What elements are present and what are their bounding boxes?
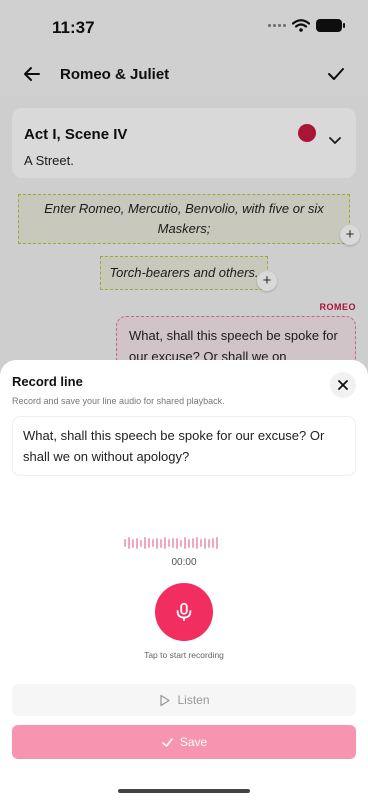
- waveform-bar: [196, 537, 198, 549]
- waveform-bar: [132, 538, 134, 548]
- recording-timer: 00:00: [171, 557, 197, 568]
- waveform-bar: [140, 539, 142, 547]
- waveform-bar: [124, 539, 126, 547]
- line-text: What, shall this speech be spoke for our…: [12, 416, 356, 476]
- waveform-bar: [164, 537, 166, 549]
- record-button[interactable]: [155, 583, 213, 641]
- waveform-bar: [152, 539, 154, 547]
- waveform-bar: [188, 538, 190, 548]
- waveform-bar: [156, 537, 158, 549]
- record-line-sheet: Record line Record and save your line au…: [0, 360, 368, 800]
- listen-label: Listen: [177, 693, 210, 707]
- save-label: Save: [179, 735, 208, 749]
- waveform-bar: [148, 538, 150, 548]
- close-icon: [338, 380, 348, 390]
- waveform-bar: [184, 537, 186, 549]
- record-hint: Tap to start recording: [144, 650, 224, 660]
- waveform-bar: [212, 538, 214, 548]
- check-icon: [162, 737, 173, 747]
- sheet-title: Record line: [12, 374, 83, 389]
- waveform-bar: [176, 537, 178, 549]
- waveform-bar: [160, 538, 162, 548]
- sheet-subtitle: Record and save your line audio for shar…: [12, 396, 225, 406]
- listen-button[interactable]: Listen: [12, 684, 356, 716]
- waveform-bar: [208, 538, 210, 548]
- waveform-bar: [172, 538, 174, 548]
- waveform-bar: [192, 538, 194, 548]
- waveform-bar: [128, 537, 130, 549]
- waveform: [124, 536, 218, 550]
- waveform-bar: [168, 539, 170, 547]
- waveform-bar: [216, 537, 218, 549]
- play-icon: [160, 694, 171, 706]
- waveform-bar: [136, 537, 138, 549]
- home-indicator: [118, 789, 250, 793]
- waveform-bar: [200, 539, 202, 547]
- waveform-bar: [204, 537, 206, 549]
- waveform-bar: [144, 537, 146, 549]
- save-button[interactable]: Save: [12, 725, 356, 759]
- microphone-icon: [176, 602, 192, 622]
- waveform-bar: [180, 539, 182, 547]
- close-button[interactable]: [330, 372, 356, 398]
